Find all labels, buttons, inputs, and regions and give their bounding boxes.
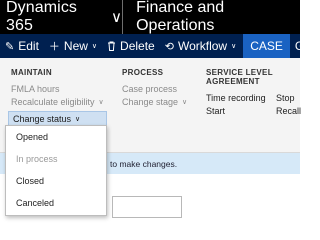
menu-item-in-process: In process bbox=[16, 154, 58, 164]
group-sla: SERVICE LEVEL AGREEMENT Time recording S… bbox=[206, 68, 316, 117]
change-stage-button[interactable]: Change stage ∨ bbox=[122, 95, 187, 108]
new-label: New bbox=[63, 39, 88, 53]
new-button[interactable]: ＋ New ∨ bbox=[44, 34, 102, 58]
trash-icon bbox=[107, 41, 116, 51]
recalculate-eligibility-button[interactable]: Recalculate eligibility ∨ bbox=[11, 95, 104, 108]
chevron-down-icon: ∨ bbox=[91, 43, 98, 50]
edit-label: Edit bbox=[18, 39, 39, 53]
case-process-button[interactable]: Case process bbox=[122, 82, 187, 95]
form-field-box[interactable] bbox=[112, 196, 182, 218]
tab-case[interactable]: CASE bbox=[243, 34, 290, 58]
sla-row: Time recording Stop bbox=[206, 91, 316, 104]
stop-button[interactable]: Stop bbox=[276, 93, 295, 103]
delete-button[interactable]: Delete bbox=[102, 34, 160, 58]
chevron-down-icon: ∨ bbox=[75, 115, 81, 123]
change-status-label: Change status bbox=[13, 113, 72, 124]
tab-truncated[interactable]: G bbox=[290, 34, 309, 58]
workflow-label: Workflow bbox=[177, 39, 228, 53]
group-process: PROCESS Case process Change stage ∨ bbox=[122, 68, 187, 108]
group-title: SERVICE LEVEL AGREEMENT bbox=[206, 68, 273, 86]
group-title: PROCESS bbox=[122, 68, 164, 77]
truncated-tab-label: G bbox=[294, 39, 305, 53]
chevron-down-icon: ∨ bbox=[231, 43, 237, 50]
recall-button[interactable]: Recall bbox=[276, 106, 301, 116]
fmla-hours-button[interactable]: FMLA hours bbox=[11, 82, 104, 95]
top-navigation-bar: Dynamics 365 ∨ Finance and Operations bbox=[0, 0, 300, 34]
time-recording-button[interactable]: Time recording bbox=[206, 93, 276, 103]
recalculate-label: Recalculate eligibility bbox=[11, 96, 95, 107]
delete-label: Delete bbox=[120, 39, 155, 53]
menu-item-closed[interactable]: Closed bbox=[6, 170, 106, 192]
start-button[interactable]: Start bbox=[206, 106, 276, 116]
change-stage-label: Change stage bbox=[122, 96, 179, 107]
pencil-icon: ✎ bbox=[5, 40, 15, 53]
info-message-text: to make changes. bbox=[110, 158, 178, 169]
group-title: MAINTAIN bbox=[11, 68, 52, 77]
workflow-button[interactable]: ⟲ Workflow ∨ bbox=[160, 34, 241, 58]
chevron-down-icon: ∨ bbox=[98, 98, 104, 106]
app-switcher[interactable]: Dynamics 365 ∨ bbox=[0, 0, 124, 34]
change-status-menu: Opened In process Closed Canceled bbox=[5, 125, 107, 216]
action-pane: ✎ Edit ＋ New ∨ Delete ⟲ Workflow ∨ CASE … bbox=[0, 34, 304, 58]
menu-item-opened[interactable]: Opened bbox=[6, 126, 106, 148]
change-status-button[interactable]: Change status ∨ bbox=[8, 111, 107, 126]
plus-icon: ＋ bbox=[48, 41, 60, 53]
workflow-icon: ⟲ bbox=[164, 40, 174, 53]
edit-button[interactable]: ✎ Edit bbox=[0, 34, 44, 58]
menu-item-canceled[interactable]: Canceled bbox=[6, 192, 106, 214]
chevron-down-icon: ∨ bbox=[182, 98, 188, 106]
chevron-down-icon: ∨ bbox=[111, 9, 123, 26]
case-tab-label: CASE bbox=[250, 39, 283, 53]
group-maintain: MAINTAIN FMLA hours Recalculate eligibil… bbox=[11, 68, 104, 108]
brand-label: Dynamics 365 bbox=[6, 0, 78, 34]
module-title[interactable]: Finance and Operations bbox=[123, 0, 300, 34]
sla-row: Start Recall bbox=[206, 104, 316, 117]
